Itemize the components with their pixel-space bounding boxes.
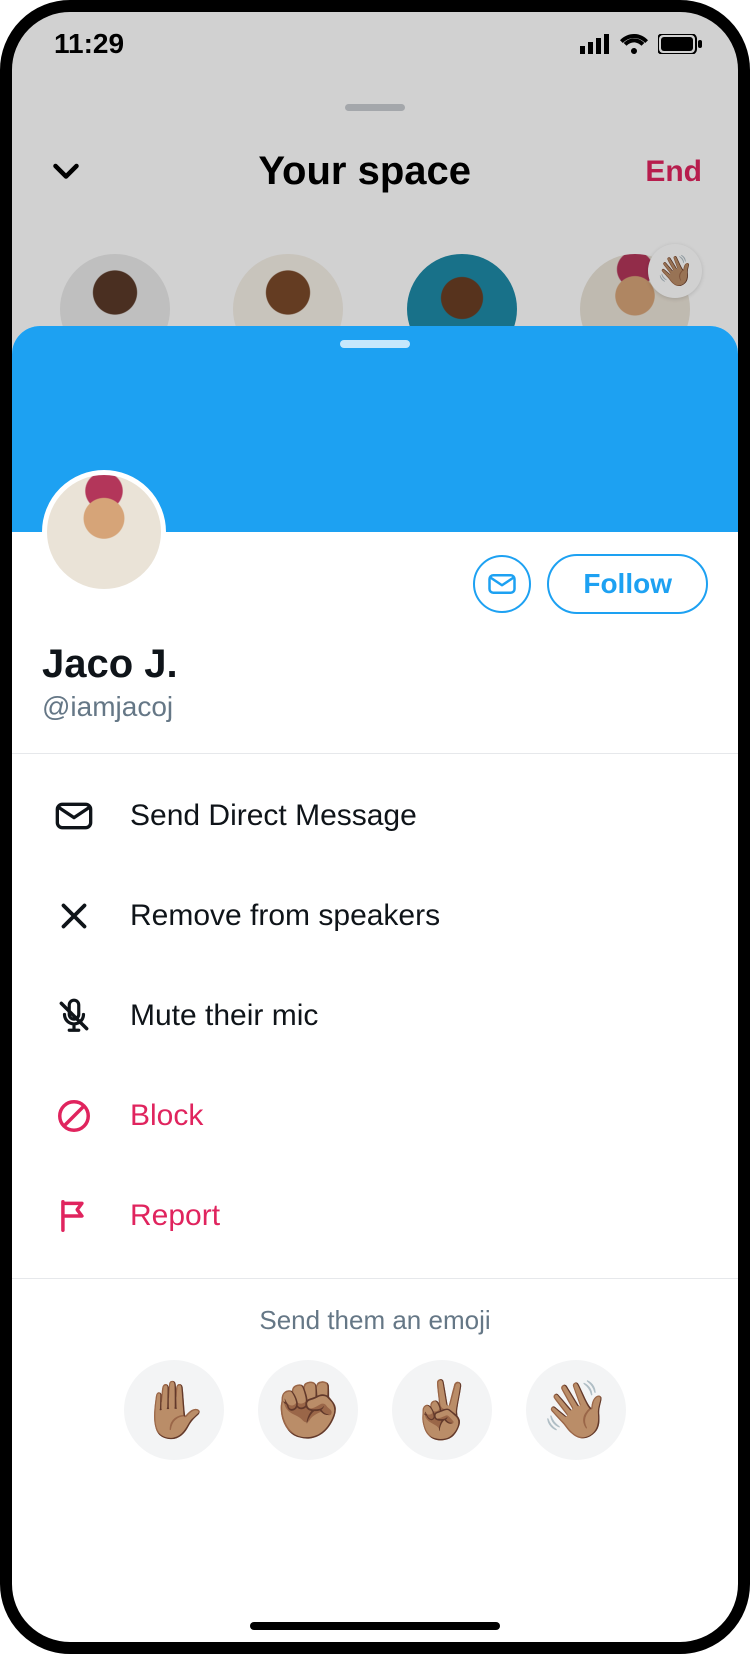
menu-label: Remove from speakers	[130, 899, 440, 933]
grabber-icon[interactable]	[340, 340, 410, 348]
emoji-label: Send them an emoji	[12, 1305, 738, 1336]
menu-item-mute[interactable]: Mute their mic	[12, 966, 738, 1066]
x-icon	[52, 894, 96, 938]
mic-off-icon	[52, 994, 96, 1038]
profile-avatar[interactable]	[42, 470, 166, 594]
emoji-button-hand[interactable]: ✋🏽	[124, 1360, 224, 1460]
menu-label: Report	[130, 1199, 220, 1233]
menu-label: Send Direct Message	[130, 799, 417, 833]
menu-item-dm[interactable]: Send Direct Message	[12, 766, 738, 866]
menu-label: Block	[130, 1099, 203, 1133]
menu-item-remove[interactable]: Remove from speakers	[12, 866, 738, 966]
action-menu: Send Direct Message Remove from speakers…	[12, 754, 738, 1278]
display-name: Jaco J.	[42, 642, 708, 687]
flag-icon	[52, 1194, 96, 1238]
emoji-button-wave[interactable]: 👋🏽	[526, 1360, 626, 1460]
menu-label: Mute their mic	[130, 999, 318, 1033]
follow-button[interactable]: Follow	[547, 554, 708, 614]
envelope-icon	[52, 794, 96, 838]
dm-button[interactable]	[473, 555, 531, 613]
block-icon	[52, 1094, 96, 1138]
profile-sheet: Follow Jaco J. @iamjacoj Send Direct Mes…	[12, 326, 738, 1642]
user-handle: @iamjacoj	[42, 691, 708, 723]
menu-item-report[interactable]: Report	[12, 1166, 738, 1266]
menu-item-block[interactable]: Block	[12, 1066, 738, 1166]
emoji-button-peace[interactable]: ✌🏽	[392, 1360, 492, 1460]
emoji-section: Send them an emoji ✋🏽 ✊🏽 ✌🏽 👋🏽	[12, 1278, 738, 1470]
envelope-icon	[487, 569, 517, 599]
emoji-button-fist[interactable]: ✊🏽	[258, 1360, 358, 1460]
home-indicator[interactable]	[250, 1622, 500, 1630]
